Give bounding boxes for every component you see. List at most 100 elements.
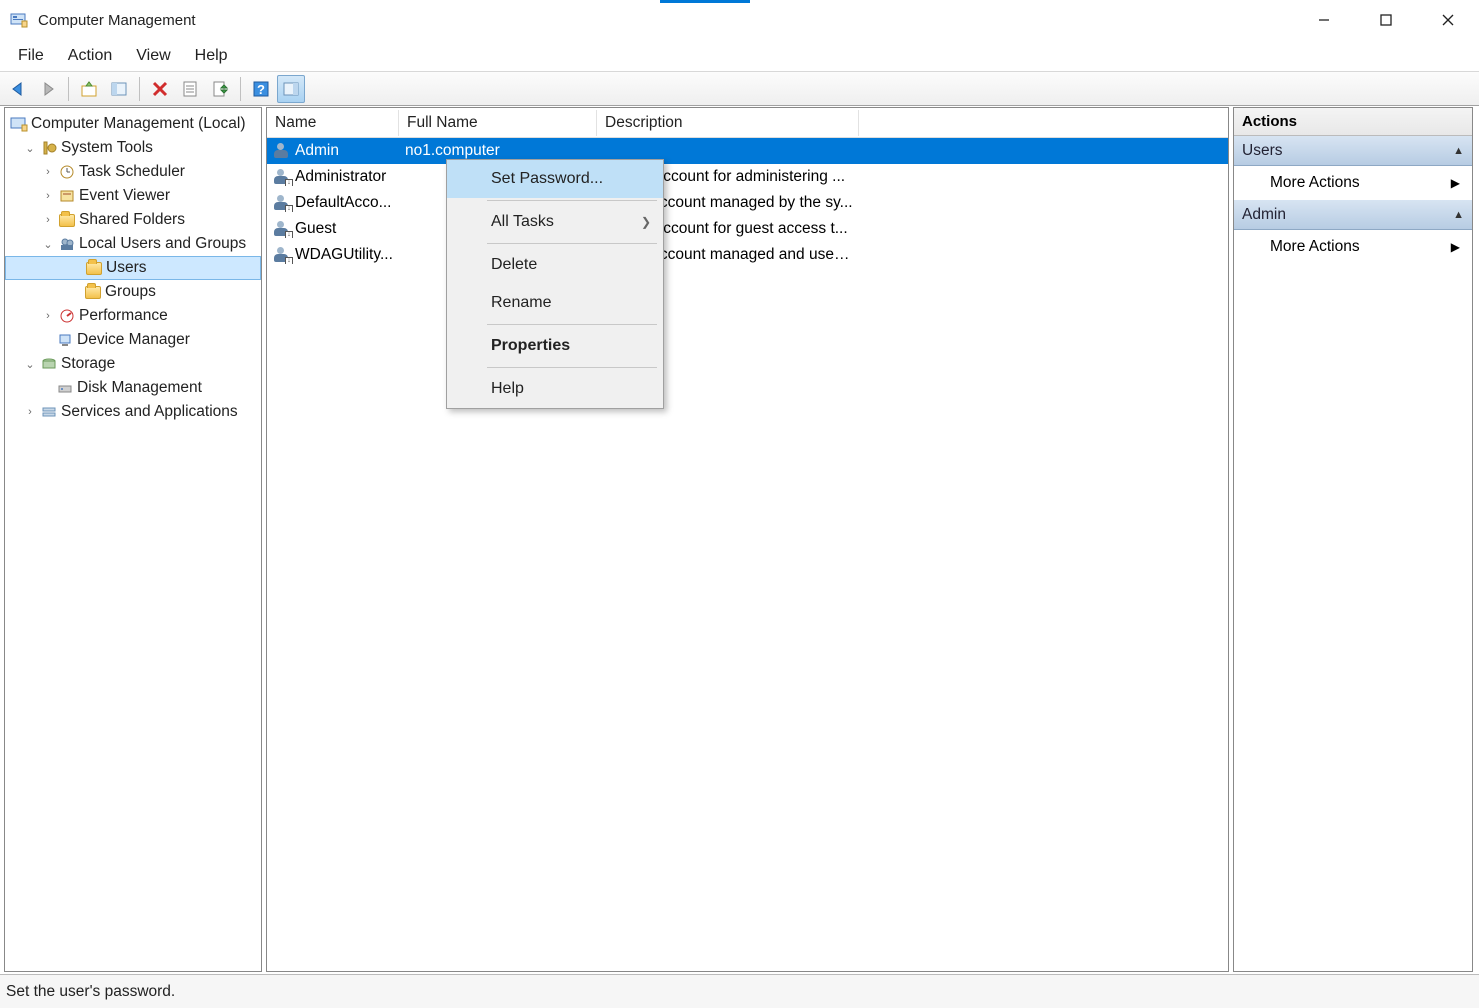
tree-system-tools-label: System Tools: [61, 139, 153, 157]
show-hide-tree-button[interactable]: [105, 75, 133, 103]
event-viewer-icon: [57, 187, 77, 205]
menubar: File Action View Help: [0, 40, 1479, 72]
tree-disk-management-label: Disk Management: [77, 379, 202, 397]
user-row[interactable]: ↓WDAGUtility...A user account managed an…: [267, 242, 1228, 268]
cm-set-password[interactable]: Set Password...: [447, 160, 663, 198]
shared-folders-icon: [57, 211, 77, 229]
tree-storage-label: Storage: [61, 355, 115, 373]
tree-shared-folders-label: Shared Folders: [79, 211, 185, 229]
user-name: Admin: [295, 142, 339, 160]
tree-shared-folders[interactable]: › Shared Folders: [5, 208, 261, 232]
export-button[interactable]: [206, 75, 234, 103]
forward-button[interactable]: [34, 75, 62, 103]
column-description[interactable]: Description: [597, 110, 859, 136]
tree-device-manager-label: Device Manager: [77, 331, 190, 349]
cm-separator: [487, 324, 657, 325]
disk-management-icon: [55, 379, 75, 397]
column-full-name[interactable]: Full Name: [399, 110, 597, 136]
tree-system-tools[interactable]: ⌄ System Tools: [5, 136, 261, 160]
show-actions-button[interactable]: [277, 75, 305, 103]
user-fullname: no1.computer: [399, 142, 597, 160]
cm-rename[interactable]: Rename: [447, 284, 663, 322]
menu-view[interactable]: View: [124, 43, 182, 69]
users-groups-icon: [57, 235, 77, 253]
menu-file[interactable]: File: [6, 43, 56, 69]
maximize-button[interactable]: [1355, 0, 1417, 40]
minimize-button[interactable]: [1293, 0, 1355, 40]
tree-event-viewer-label: Event Viewer: [79, 187, 170, 205]
expander-icon[interactable]: ⌄: [23, 357, 37, 371]
expander-icon[interactable]: ›: [41, 165, 55, 179]
folder-icon: [84, 259, 104, 277]
cm-properties[interactable]: Properties: [447, 327, 663, 365]
actions-more-admin[interactable]: More Actions ▶: [1234, 230, 1472, 264]
cm-delete[interactable]: Delete: [447, 246, 663, 284]
context-menu: Set Password... All Tasks❯ Delete Rename…: [446, 159, 664, 409]
tree-users[interactable]: Users: [5, 256, 261, 280]
cm-all-tasks-label: All Tasks: [491, 213, 554, 231]
list-body: ↓Adminno1.computer↓AdministratorBuilt-in…: [267, 138, 1228, 268]
chevron-right-icon: ▶: [1451, 176, 1460, 190]
user-row[interactable]: ↓Adminno1.computer: [267, 138, 1228, 164]
list-header: Name Full Name Description: [267, 108, 1228, 138]
app-icon: [10, 11, 28, 29]
actions-more-admin-label: More Actions: [1270, 238, 1360, 256]
actions-section-admin[interactable]: Admin ▲: [1234, 200, 1472, 230]
user-row[interactable]: ↓GuestBuilt-in account for guest access …: [267, 216, 1228, 242]
tree-performance-label: Performance: [79, 307, 168, 325]
actions-section-users-label: Users: [1242, 142, 1282, 160]
tree-groups[interactable]: Groups: [5, 280, 261, 304]
tree-services[interactable]: › Services and Applications: [5, 400, 261, 424]
expander-icon[interactable]: ›: [41, 213, 55, 227]
tree-performance[interactable]: › Performance: [5, 304, 261, 328]
tree-task-scheduler[interactable]: › Task Scheduler: [5, 160, 261, 184]
expander-icon[interactable]: ›: [41, 189, 55, 203]
tree-groups-label: Groups: [105, 283, 156, 301]
properties-button[interactable]: [176, 75, 204, 103]
user-icon: ↓: [273, 169, 291, 185]
actions-section-users[interactable]: Users ▲: [1234, 136, 1472, 166]
user-row[interactable]: ↓DefaultAcco...A user account managed by…: [267, 190, 1228, 216]
expander-icon[interactable]: ›: [23, 405, 37, 419]
expander-icon[interactable]: ›: [41, 309, 55, 323]
menu-help[interactable]: Help: [183, 43, 240, 69]
cm-delete-label: Delete: [491, 256, 537, 274]
cm-separator: [487, 200, 657, 201]
user-row[interactable]: ↓AdministratorBuilt-in account for admin…: [267, 164, 1228, 190]
cm-help[interactable]: Help: [447, 370, 663, 408]
status-text: Set the user's password.: [6, 983, 175, 1001]
tree-disk-management[interactable]: Disk Management: [5, 376, 261, 400]
close-button[interactable]: [1417, 0, 1479, 40]
up-button[interactable]: [75, 75, 103, 103]
user-name: Guest: [295, 220, 336, 238]
tree-root[interactable]: Computer Management (Local): [5, 112, 261, 136]
tree-local-users[interactable]: ⌄ Local Users and Groups: [5, 232, 261, 256]
column-name[interactable]: Name: [267, 110, 399, 136]
tree-task-scheduler-label: Task Scheduler: [79, 163, 185, 181]
collapse-icon: ▲: [1453, 209, 1464, 221]
cm-all-tasks[interactable]: All Tasks❯: [447, 203, 663, 241]
chevron-right-icon: ▶: [1451, 240, 1460, 254]
actions-section-admin-label: Admin: [1242, 206, 1286, 224]
back-button[interactable]: [4, 75, 32, 103]
cm-rename-label: Rename: [491, 294, 551, 312]
user-icon: ↓: [273, 195, 291, 211]
user-name: DefaultAcco...: [295, 194, 392, 212]
tree-device-manager[interactable]: Device Manager: [5, 328, 261, 352]
tree-event-viewer[interactable]: › Event Viewer: [5, 184, 261, 208]
tree-services-label: Services and Applications: [61, 403, 238, 421]
tree-local-users-label: Local Users and Groups: [79, 235, 246, 253]
help-button[interactable]: ?: [247, 75, 275, 103]
expander-icon[interactable]: ⌄: [23, 141, 37, 155]
tree-storage[interactable]: ⌄ Storage: [5, 352, 261, 376]
actions-more-users[interactable]: More Actions ▶: [1234, 166, 1472, 200]
delete-button[interactable]: [146, 75, 174, 103]
window-title: Computer Management: [38, 12, 1293, 29]
user-icon: ↓: [273, 221, 291, 237]
actions-header: Actions: [1234, 108, 1472, 136]
expander-icon[interactable]: ⌄: [41, 237, 55, 251]
system-tools-icon: [39, 139, 59, 157]
actions-more-users-label: More Actions: [1270, 174, 1360, 192]
menu-action[interactable]: Action: [56, 43, 124, 69]
cm-set-password-label: Set Password...: [491, 170, 603, 188]
